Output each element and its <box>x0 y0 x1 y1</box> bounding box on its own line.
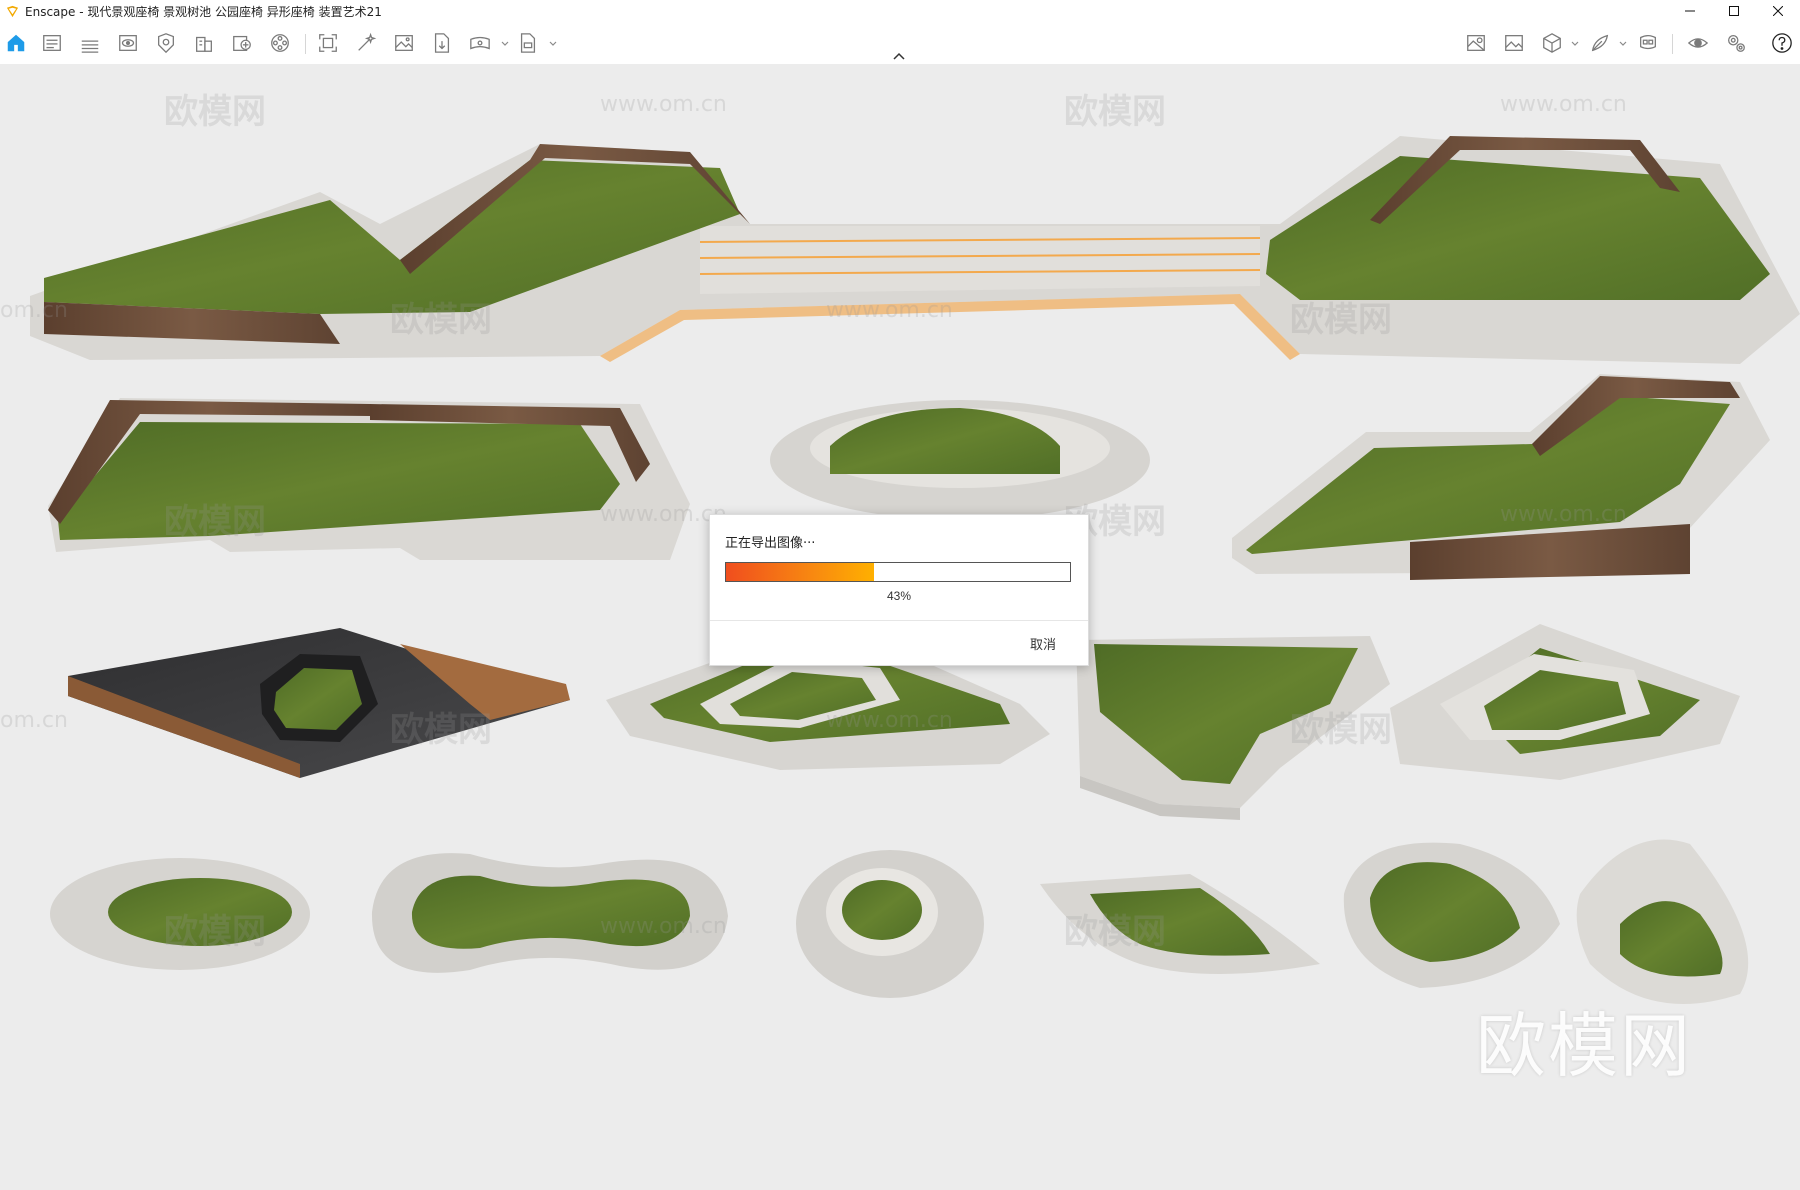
watermark-brand: 欧模网 <box>1290 300 1392 340</box>
watermark-url: www.om.cn <box>1500 92 1627 117</box>
home-icon <box>7 34 25 52</box>
image-icon <box>395 35 413 51</box>
collapse-toolbar-icon[interactable] <box>892 51 906 61</box>
progress-bar <box>725 562 1071 582</box>
screenshot-icon <box>319 34 337 52</box>
large-brand-watermark: 欧模网 <box>1476 1005 1692 1087</box>
watermark-url: www.om.cn <box>600 914 727 939</box>
watermark-brand: 欧模网 <box>164 912 266 952</box>
maximize-icon <box>1729 6 1739 16</box>
screenshot-button[interactable] <box>316 31 340 55</box>
maximize-button[interactable] <box>1712 0 1756 22</box>
cube-button[interactable] <box>1540 31 1564 55</box>
add-asset-button[interactable] <box>230 31 254 55</box>
watermark-brand: 欧模网 <box>390 710 492 750</box>
settings-icon <box>1728 35 1745 52</box>
visibility-button[interactable] <box>1686 31 1710 55</box>
chevron-down-icon[interactable] <box>500 39 510 49</box>
watermark-url: www.om.cn <box>826 298 953 323</box>
document-icon <box>43 35 61 51</box>
watermark-brand: 欧模网 <box>1064 912 1166 952</box>
panorama-icon <box>470 36 490 50</box>
view-button[interactable] <box>116 31 140 55</box>
progress-bar-fill <box>726 563 874 581</box>
watermark-brand: 欧模网 <box>164 92 266 132</box>
chevron-down-icon[interactable] <box>548 39 558 49</box>
batch-render-icon <box>358 32 377 51</box>
atmosphere-button[interactable] <box>1464 31 1488 55</box>
help-icon <box>1772 33 1792 53</box>
atmosphere-icon <box>1467 35 1485 51</box>
watermark-url-clipped: om.cn <box>0 708 68 733</box>
dialog-title: 正在导出图像··· <box>725 536 816 551</box>
close-icon <box>1773 6 1783 16</box>
title-bar: Enscape - 现代景观座椅 景观树池 公园座椅 异形座椅 装置艺术21 <box>0 0 1800 22</box>
vr-headset-icon <box>1640 35 1656 50</box>
watermark-url: www.om.cn <box>826 708 953 733</box>
batch-render-button[interactable] <box>354 31 378 55</box>
panorama-button[interactable] <box>468 31 492 55</box>
building-icon <box>196 36 212 52</box>
vr-headset-button[interactable] <box>1636 31 1660 55</box>
export-icon <box>520 33 536 53</box>
watermark-brand: 欧模网 <box>1290 710 1392 750</box>
material-icon <box>1591 34 1609 52</box>
bim-button[interactable] <box>78 31 102 55</box>
help-button[interactable] <box>1770 31 1794 55</box>
image-settings-icon <box>1505 35 1523 51</box>
cube-icon <box>1543 33 1561 53</box>
watermark-url: www.om.cn <box>600 502 727 527</box>
asset-button[interactable] <box>154 31 178 55</box>
file-export-button[interactable] <box>430 31 454 55</box>
progress-percent-label: 43% <box>886 589 912 603</box>
image-settings-button[interactable] <box>1502 31 1526 55</box>
chevron-down-icon[interactable] <box>1618 39 1628 49</box>
settings-button[interactable] <box>1724 31 1748 55</box>
watermark-brand: 欧模网 <box>1064 92 1166 132</box>
visibility-icon <box>1687 38 1709 48</box>
watermark-brand: 欧模网 <box>164 502 266 542</box>
bench-organic-peanut <box>371 853 728 973</box>
watermark-url-clipped: om.cn <box>0 298 68 323</box>
enscape-logo-icon <box>6 5 19 17</box>
bench-organic-ring <box>796 850 984 998</box>
dialog-divider <box>710 620 1088 621</box>
video-icon <box>271 34 289 52</box>
close-button[interactable] <box>1756 0 1800 22</box>
cancel-button[interactable]: 取消 <box>1030 634 1056 653</box>
minimize-icon <box>1685 10 1695 12</box>
chevron-down-icon[interactable] <box>1570 39 1580 49</box>
watermark-url: www.om.cn <box>1500 502 1627 527</box>
bench-wide-left <box>48 398 690 560</box>
home-button[interactable] <box>4 31 28 55</box>
export-progress-dialog: 正在导出图像··· 43% 取消 <box>709 514 1089 666</box>
watermark-brand: 欧模网 <box>390 300 492 340</box>
file-export-icon <box>434 33 450 53</box>
building-button[interactable] <box>192 31 216 55</box>
video-button[interactable] <box>268 31 292 55</box>
minimize-button[interactable] <box>1668 0 1712 22</box>
bim-icon <box>81 40 99 53</box>
material-button[interactable] <box>1588 31 1612 55</box>
view-icon <box>119 35 137 51</box>
asset-icon <box>158 33 174 54</box>
export-button[interactable] <box>516 31 540 55</box>
image-button[interactable] <box>392 31 416 55</box>
window-title: Enscape - 现代景观座椅 景观树池 公园座椅 异形座椅 装置艺术21 <box>25 4 382 19</box>
add-asset-icon <box>233 35 251 51</box>
watermark-url: www.om.cn <box>600 92 727 117</box>
document-button[interactable] <box>40 31 64 55</box>
